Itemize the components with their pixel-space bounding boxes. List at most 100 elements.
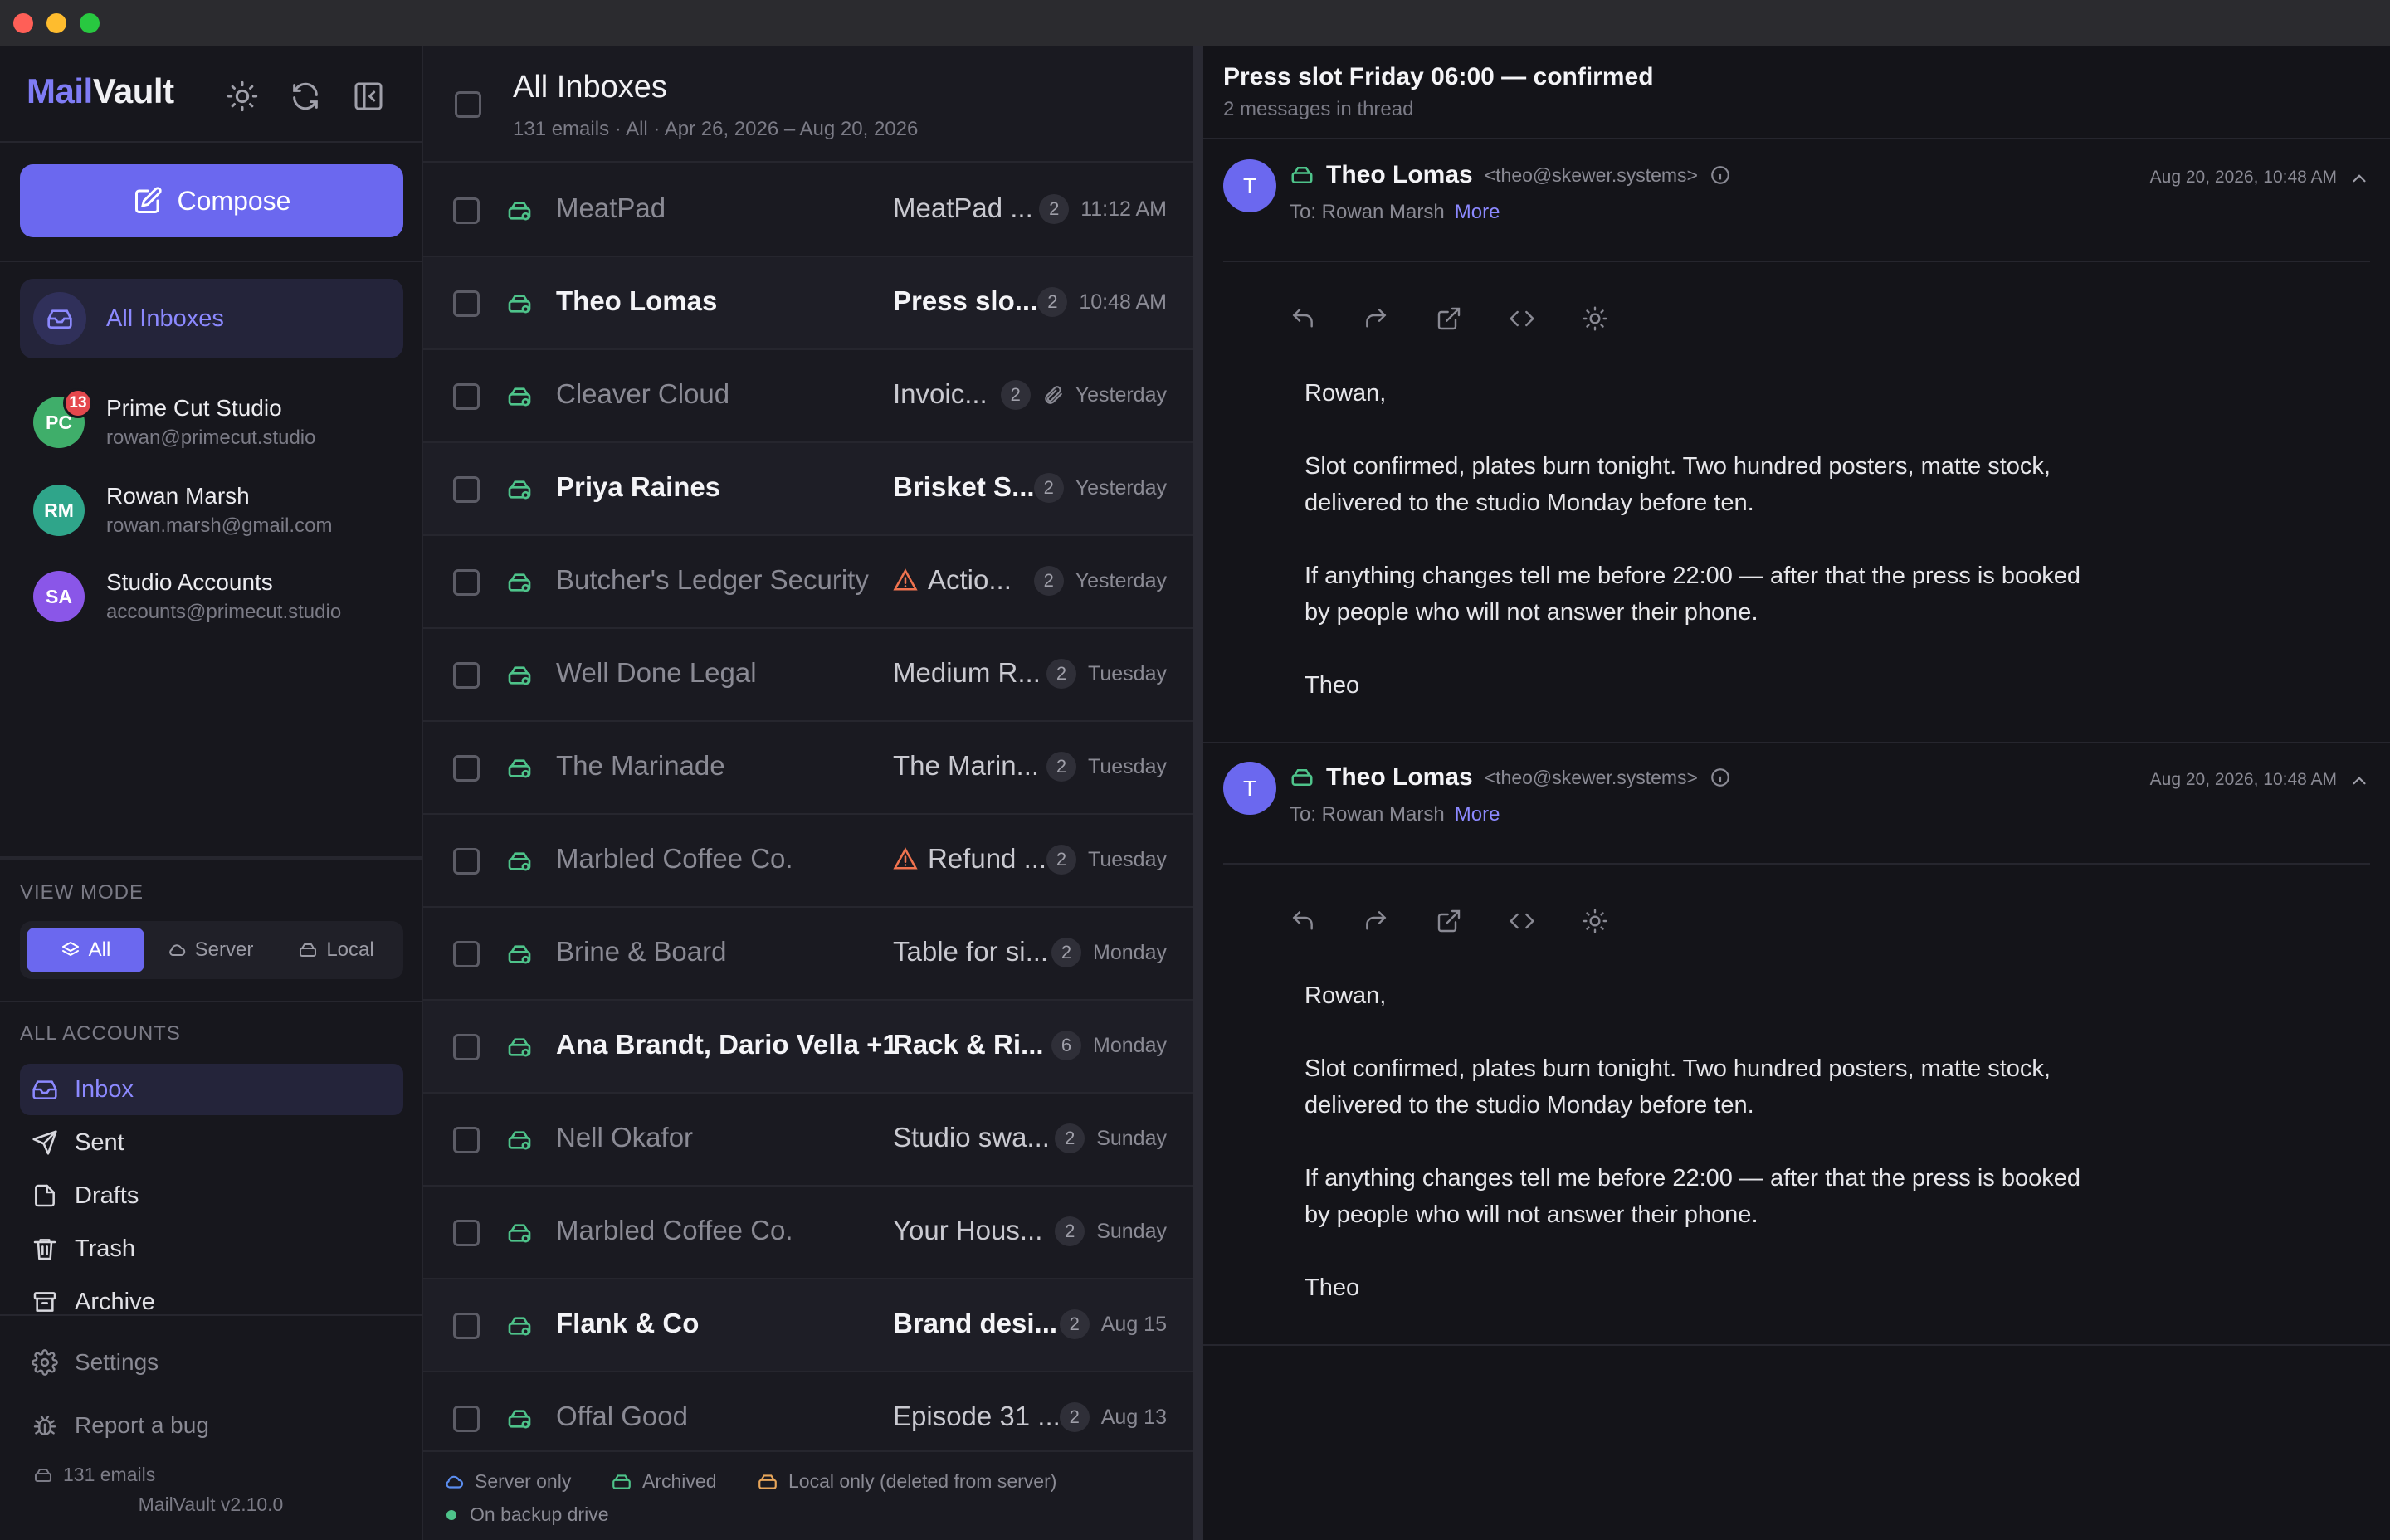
row-checkbox[interactable] xyxy=(453,1406,480,1432)
view-source-icon[interactable] xyxy=(1509,305,1535,336)
title-bar xyxy=(0,0,2390,46)
view-mode-server[interactable]: Server xyxy=(144,928,276,972)
message-paragraph: If anything changes tell me before 22:00… xyxy=(1305,1165,2081,1228)
row-checkbox[interactable] xyxy=(453,197,480,224)
folder-inbox[interactable]: Inbox xyxy=(20,1064,403,1115)
account-item[interactable]: RM Rowan Marsh rowan.marsh@gmail.com xyxy=(33,473,332,548)
sender-name: Offal Good xyxy=(556,1401,688,1431)
inbox-icon xyxy=(32,1080,57,1099)
row-checkbox[interactable] xyxy=(453,1034,480,1060)
view-source-icon[interactable] xyxy=(1509,908,1535,938)
thread-message: T Theo Lomas <theo@skewer.systems> To: R… xyxy=(1203,141,2390,743)
archived-status-icon xyxy=(506,1127,533,1157)
open-external-icon[interactable] xyxy=(1436,908,1462,938)
drive-icon xyxy=(35,1468,51,1482)
reply-icon[interactable] xyxy=(1290,305,1316,336)
list-item[interactable]: Flank & Co Brand desi... 2 Aug 15 xyxy=(423,1279,1193,1372)
forward-icon[interactable] xyxy=(1363,908,1389,938)
received-time: 10:48 AM xyxy=(1079,290,1167,314)
row-checkbox[interactable] xyxy=(453,1127,480,1153)
bug-icon xyxy=(33,1416,56,1435)
status-legend: Server only Archived Local only (deleted… xyxy=(423,1450,1193,1540)
row-checkbox[interactable] xyxy=(453,383,480,410)
subject-line: Your Hous... xyxy=(893,1215,1043,1245)
folder-trash[interactable]: Trash xyxy=(20,1223,403,1274)
compose-button[interactable]: Compose xyxy=(20,164,403,237)
layers-icon xyxy=(61,942,79,956)
row-checkbox[interactable] xyxy=(453,569,480,596)
forward-icon[interactable] xyxy=(1363,305,1389,336)
archived-status-icon xyxy=(506,1220,533,1250)
received-time: Tuesday xyxy=(1088,754,1167,778)
maximize-window-button[interactable] xyxy=(80,13,100,33)
list-item[interactable]: Butcher's Ledger Security Actio... 2 Yes… xyxy=(423,536,1193,629)
report-bug-item[interactable]: Report a bug xyxy=(32,1412,209,1439)
archived-status-icon xyxy=(506,476,533,507)
folder-archive[interactable]: Archive xyxy=(20,1276,403,1328)
sender-name[interactable]: Theo Lomas xyxy=(1326,763,1473,792)
all-inboxes-item[interactable]: All Inboxes xyxy=(20,279,403,358)
list-item[interactable]: Marbled Coffee Co. Refund ... 2 Tuesday xyxy=(423,815,1193,908)
list-item[interactable]: Nell Okafor Studio swa... 2 Sunday xyxy=(423,1094,1193,1187)
settings-item[interactable]: Settings xyxy=(32,1349,159,1376)
thread-count-badge: 2 xyxy=(1046,752,1077,782)
list-item[interactable]: Ana Brandt, Dario Vella +1 Rack & Ri... … xyxy=(423,1001,1193,1094)
sender-name[interactable]: Theo Lomas xyxy=(1326,161,1473,189)
list-item[interactable]: Theo Lomas Press slo... 2 10:48 AM xyxy=(423,257,1193,350)
more-recipients-link[interactable]: More xyxy=(1455,803,1500,826)
view-mode-all[interactable]: All xyxy=(27,928,144,972)
inbox-icon xyxy=(33,292,86,345)
select-all-checkbox[interactable] xyxy=(455,91,481,118)
row-checkbox[interactable] xyxy=(453,941,480,967)
account-item[interactable]: PC 13 Prime Cut Studio rowan@primecut.st… xyxy=(33,385,315,460)
list-item[interactable]: The Marinade The Marin... 2 Tuesday xyxy=(423,722,1193,815)
folder-sent[interactable]: Sent xyxy=(20,1117,403,1168)
row-checkbox[interactable] xyxy=(453,662,480,689)
reply-icon[interactable] xyxy=(1290,908,1316,938)
row-checkbox[interactable] xyxy=(453,1220,480,1246)
received-time: Yesterday xyxy=(1075,475,1167,500)
view-mode-local[interactable]: Local xyxy=(276,928,397,972)
file-icon xyxy=(35,1184,55,1207)
list-item[interactable]: MeatPad MeatPad ... 2 11:12 AM xyxy=(423,164,1193,257)
subject-line: Actio... xyxy=(893,564,1012,596)
thread-count-badge: 2 xyxy=(1000,380,1031,410)
info-icon[interactable] xyxy=(1710,767,1731,788)
list-item[interactable]: Brine & Board Table for si... 2 Monday xyxy=(423,908,1193,1001)
message-body: Rowan, Slot confirmed, plates burn tonigh… xyxy=(1305,977,2101,1343)
folder-drafts[interactable]: Drafts xyxy=(20,1170,403,1221)
sender-name: MeatPad xyxy=(556,192,666,223)
row-checkbox[interactable] xyxy=(453,476,480,503)
view-mode-label: VIEW MODE xyxy=(20,881,144,904)
more-recipients-link[interactable]: More xyxy=(1455,201,1500,223)
list-item[interactable]: Cleaver Cloud Invoic... 2 Yesterday xyxy=(423,350,1193,443)
row-checkbox[interactable] xyxy=(453,290,480,317)
collapse-sidebar-icon[interactable] xyxy=(352,80,385,113)
subject-line: MeatPad ... xyxy=(893,192,1033,223)
app-window: MailVault Compose All Inboxes PC 13 Prim… xyxy=(0,46,2390,1540)
minimize-window-button[interactable] xyxy=(46,13,66,33)
list-item[interactable]: Priya Raines Brisket S... 2 Yesterday xyxy=(423,443,1193,536)
row-checkbox[interactable] xyxy=(453,848,480,875)
subject-line: Brand desi... xyxy=(893,1308,1058,1338)
chevron-up-icon[interactable] xyxy=(2349,770,2370,796)
list-item[interactable]: Well Done Legal Medium R... 2 Tuesday xyxy=(423,629,1193,722)
row-checkbox[interactable] xyxy=(453,755,480,782)
subject-line: Table for si... xyxy=(893,936,1049,967)
open-external-icon[interactable] xyxy=(1436,305,1462,336)
sun-icon[interactable] xyxy=(1582,908,1608,938)
subject-line: Invoic... xyxy=(893,378,988,409)
chevron-up-icon[interactable] xyxy=(2349,168,2370,193)
archived-status-icon xyxy=(506,569,533,600)
sender-avatar: T xyxy=(1223,159,1276,212)
message-date: Aug 20, 2026, 10:48 AM xyxy=(2149,168,2337,187)
refresh-icon[interactable] xyxy=(289,80,322,113)
list-item[interactable]: Marbled Coffee Co. Your Hous... 2 Sunday xyxy=(423,1187,1193,1279)
sun-icon[interactable] xyxy=(226,80,259,113)
sender-name: Ana Brandt, Dario Vella +1 xyxy=(556,1029,898,1060)
info-icon[interactable] xyxy=(1710,164,1731,186)
close-window-button[interactable] xyxy=(13,13,33,33)
sun-icon[interactable] xyxy=(1582,305,1608,336)
row-checkbox[interactable] xyxy=(453,1313,480,1339)
account-item[interactable]: SA Studio Accounts accounts@primecut.stu… xyxy=(33,559,341,634)
